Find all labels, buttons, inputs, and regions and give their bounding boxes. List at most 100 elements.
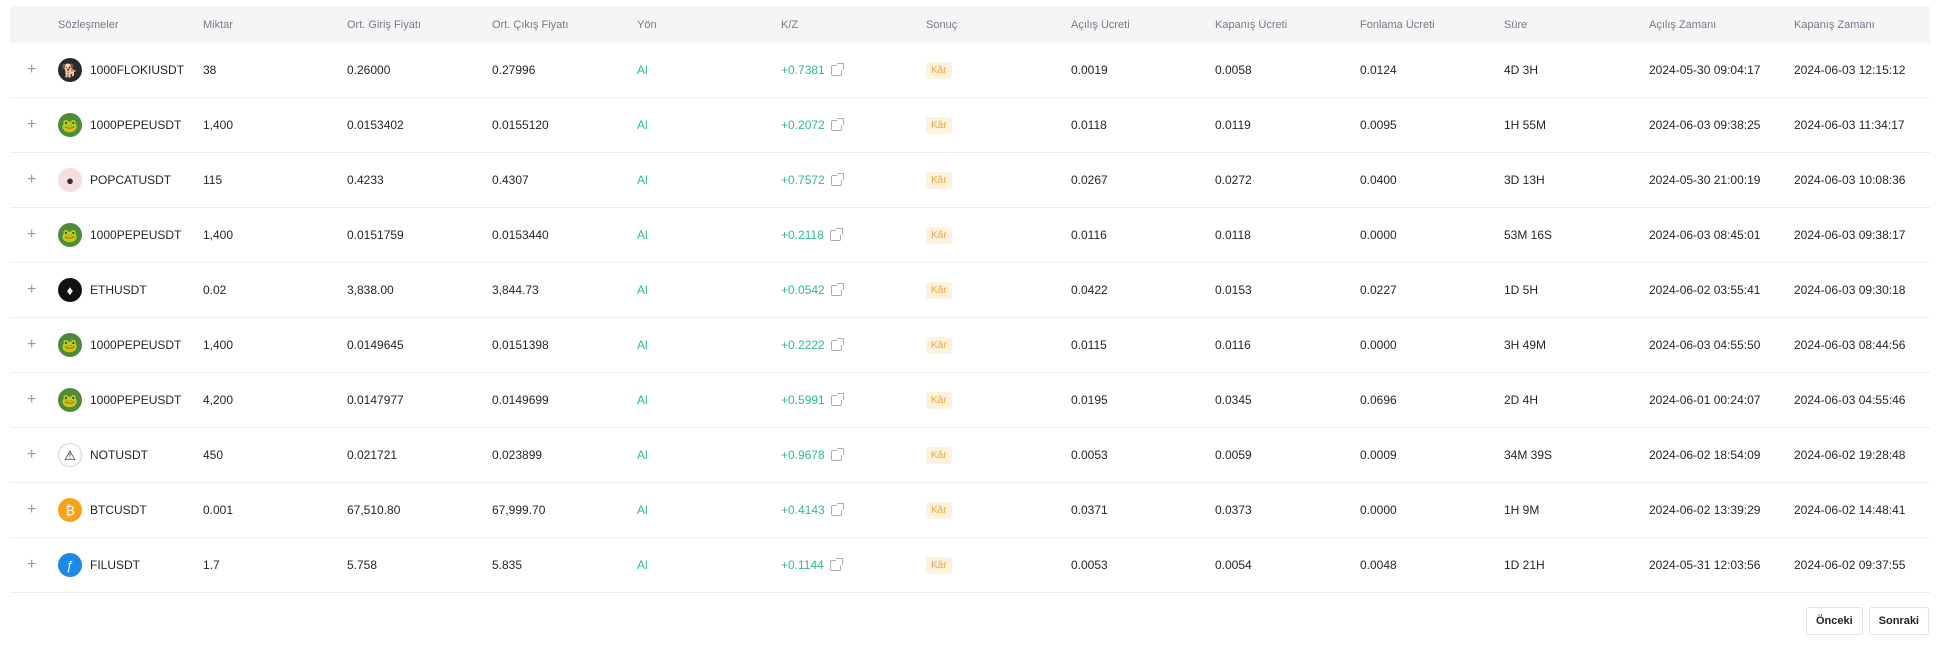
trade-history-table: Sözleşmeler Miktar Ort. Giriş Fiyatı Ort…	[10, 6, 1930, 593]
close-time-cell: 2024-06-03 09:38:17	[1794, 228, 1906, 242]
avg-entry-cell: 0.0149645	[347, 338, 404, 352]
external-link-icon[interactable]	[830, 338, 844, 351]
symbol-cell: 🐸 1000PEPEUSDT	[58, 113, 203, 137]
expand-plus-icon[interactable]: +	[27, 557, 36, 573]
expand-cell[interactable]: +	[10, 62, 58, 78]
expand-plus-icon[interactable]: +	[27, 172, 36, 188]
avg-entry-cell: 0.26000	[347, 63, 391, 77]
result-cell: Kâr	[926, 116, 1071, 134]
funding-fee-cell: 0.0009	[1360, 448, 1397, 462]
expand-cell[interactable]: +	[10, 557, 58, 573]
table-row[interactable]: + 🐕 1000FLOKIUSDT 38 0.26000 0.27996 Al +0.7381…	[10, 43, 1930, 98]
symbol-cell: ₿ BTCUSDT	[58, 498, 203, 522]
expand-cell[interactable]: +	[10, 227, 58, 243]
close-fee-cell: 0.0116	[1215, 338, 1251, 352]
expand-plus-icon[interactable]: +	[27, 392, 36, 408]
header-result: Sonuç	[926, 18, 958, 31]
result-cell: Kâr	[926, 281, 1071, 299]
expand-plus-icon[interactable]: +	[27, 337, 36, 353]
expand-cell[interactable]: +	[10, 172, 58, 188]
result-cell: Kâr	[926, 336, 1071, 354]
symbol-label: 1000PEPEUSDT	[90, 393, 182, 407]
external-link-icon[interactable]	[830, 63, 844, 76]
open-fee-cell: 0.0053	[1071, 558, 1108, 572]
table-row[interactable]: + 🐸 1000PEPEUSDT 4,200 0.0147977 0.0149699 Al +…	[10, 373, 1930, 428]
funding-fee-cell: 0.0000	[1360, 338, 1397, 352]
quantity-cell: 0.001	[203, 503, 234, 517]
expand-plus-icon[interactable]: +	[27, 502, 36, 518]
duration-cell: 2D 4H	[1504, 393, 1539, 407]
symbol-label: 1000PEPEUSDT	[90, 338, 182, 352]
quantity-cell: 1,400	[203, 118, 234, 132]
symbol-label: NOTUSDT	[90, 448, 148, 462]
expand-cell[interactable]: +	[10, 502, 58, 518]
close-time-cell: 2024-06-03 12:15:12	[1794, 63, 1906, 77]
open-fee-cell: 0.0422	[1071, 283, 1108, 297]
open-time-cell: 2024-06-01 00:24:07	[1649, 393, 1761, 407]
table-row[interactable]: + ⚠ NOTUSDT 450 0.021721 0.023899 Al +0.9678 Kâr…	[10, 428, 1930, 483]
expand-plus-icon[interactable]: +	[27, 447, 36, 463]
open-fee-cell: 0.0371	[1071, 503, 1108, 517]
symbol-cell: ● POPCATUSDT	[58, 168, 203, 192]
header-funding-fee: Fonlama Ücreti	[1360, 18, 1435, 31]
pnl-value: +0.7381	[781, 63, 825, 77]
previous-page-button[interactable]: Önceki	[1805, 607, 1863, 635]
external-link-icon[interactable]	[830, 118, 844, 131]
table-row[interactable]: + 🐸 1000PEPEUSDT 1,400 0.0153402 0.0155120 Al +…	[10, 98, 1930, 153]
expand-cell[interactable]: +	[10, 392, 58, 408]
expand-plus-icon[interactable]: +	[27, 227, 36, 243]
close-fee-cell: 0.0059	[1215, 448, 1252, 462]
pnl-cell: +0.7572	[781, 173, 926, 187]
expand-plus-icon[interactable]: +	[27, 117, 36, 133]
result-cell: Kâr	[926, 61, 1071, 79]
external-link-icon[interactable]	[830, 503, 844, 516]
table-header: Sözleşmeler Miktar Ort. Giriş Fiyatı Ort…	[10, 6, 1930, 43]
result-badge: Kâr	[926, 171, 952, 189]
close-fee-cell: 0.0118	[1215, 228, 1251, 242]
external-link-icon[interactable]	[829, 558, 843, 571]
fil-coin-icon: ƒ	[58, 553, 82, 577]
next-page-button[interactable]: Sonraki	[1868, 607, 1929, 635]
close-fee-cell: 0.0153	[1215, 283, 1252, 297]
close-time-cell: 2024-06-02 09:37:55	[1794, 558, 1906, 572]
expand-cell[interactable]: +	[10, 337, 58, 353]
pnl-value: +0.0542	[781, 283, 825, 297]
table-row[interactable]: + 🐸 1000PEPEUSDT 1,400 0.0151759 0.0153440 Al +…	[10, 208, 1930, 263]
expand-plus-icon[interactable]: +	[27, 62, 36, 78]
external-link-icon[interactable]	[830, 393, 844, 406]
external-link-icon[interactable]	[829, 228, 843, 241]
open-time-cell: 2024-06-03 04:55:50	[1649, 338, 1761, 352]
pnl-value: +0.5991	[781, 393, 825, 407]
external-link-icon[interactable]	[830, 448, 844, 461]
result-cell: Kâr	[926, 391, 1071, 409]
duration-cell: 3D 13H	[1504, 173, 1545, 187]
result-badge: Kâr	[926, 556, 952, 574]
open-fee-cell: 0.0118	[1071, 118, 1107, 132]
table-row[interactable]: + 🐸 1000PEPEUSDT 1,400 0.0149645 0.0151398 Al +…	[10, 318, 1930, 373]
symbol-label: POPCATUSDT	[90, 173, 172, 187]
header-open-fee: Açılış Ücreti	[1071, 18, 1130, 31]
external-link-icon[interactable]	[830, 173, 844, 186]
symbol-cell: 🐸 1000PEPEUSDT	[58, 388, 203, 412]
table-row[interactable]: + ₿ BTCUSDT 0.001 67,510.80 67,999.70 Al +0.414…	[10, 483, 1930, 538]
symbol-label: 1000PEPEUSDT	[90, 118, 182, 132]
table-row[interactable]: + ƒ FILUSDT 1.7 5.758 5.835 Al +0.1144 Kâr 0.0053…	[10, 538, 1930, 593]
avg-entry-cell: 0.0147977	[347, 393, 404, 407]
table-row[interactable]: + ● POPCATUSDT 115 0.4233 0.4307 Al +0.7572 Kâr 0…	[10, 153, 1930, 208]
external-link-icon[interactable]	[830, 283, 844, 296]
header-contracts: Sözleşmeler	[58, 18, 119, 31]
expand-cell[interactable]: +	[10, 447, 58, 463]
header-direction: Yön	[637, 18, 657, 31]
close-time-cell: 2024-06-03 08:44:56	[1794, 338, 1906, 352]
expand-cell[interactable]: +	[10, 117, 58, 133]
header-avg-entry: Ort. Giriş Fiyatı	[347, 18, 421, 31]
close-time-cell: 2024-06-03 10:08:36	[1794, 173, 1906, 187]
table-row[interactable]: + ♦ ETHUSDT 0.02 3,838.00 3,844.73 Al +0.0542 Kâ…	[10, 263, 1930, 318]
avg-exit-cell: 0.0155120	[492, 118, 549, 132]
direction-cell: Al	[637, 393, 648, 407]
expand-cell[interactable]: +	[10, 282, 58, 298]
expand-plus-icon[interactable]: +	[27, 282, 36, 298]
pnl-value: +0.9678	[781, 448, 825, 462]
pnl-cell: +0.4143	[781, 503, 926, 517]
pnl-cell: +0.2222	[781, 338, 926, 352]
